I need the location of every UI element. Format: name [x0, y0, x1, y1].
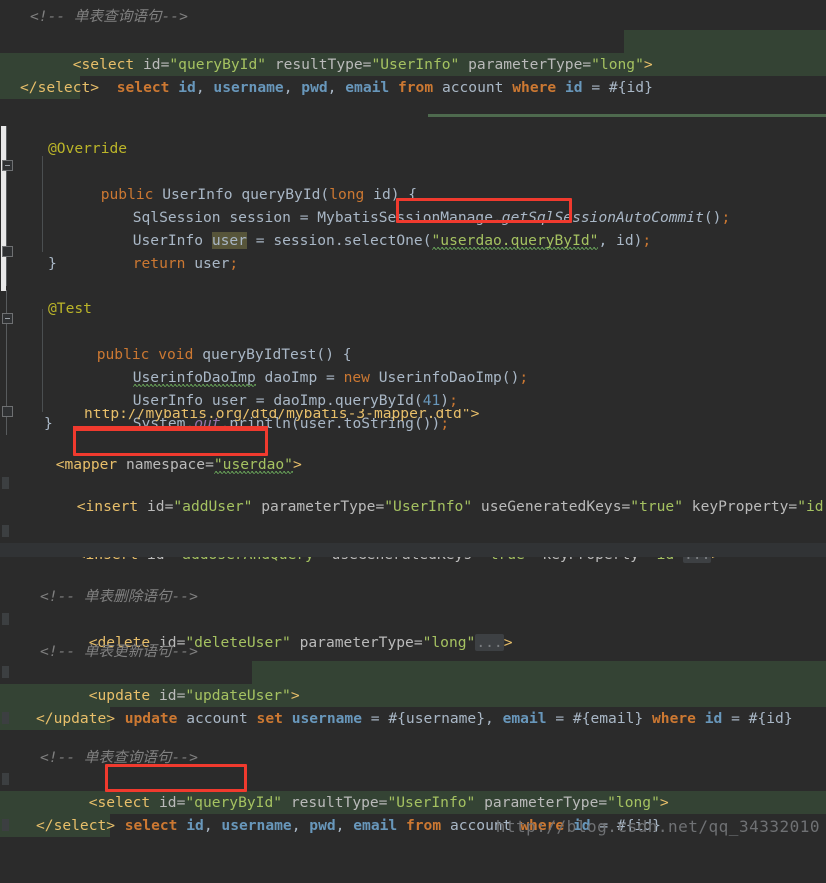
insert1-value-paramtype: "UserInfo" [384, 498, 473, 515]
xml-comment-select-bottom: <!-- 单表查询语句--> [40, 749, 198, 766]
xml-comment-query-top: <!-- 单表查询语句--> [30, 8, 188, 25]
sql-select-statement-bottom: select id, username, pwd, email from acc… [124, 817, 661, 834]
xml-select-open-bottom: <select id="queryById" resultType="UserI… [0, 768, 826, 811]
java-test-new-daoimp: UserinfoDaoImp daoImp = new UserinfoDaoI… [132, 369, 529, 386]
insert1-attr-keyprop: keyProperty= [683, 498, 798, 515]
insert1-value-id: "addUser" [173, 498, 253, 515]
insert1-attr-paramtype: parameterType= [252, 498, 385, 515]
xml-dtd-partial-line: http://mybatis.org/dtd/mybatis-3-mapper.… [84, 409, 480, 422]
java-annotation-test: @Test [48, 300, 92, 317]
java-line-sqlsession: SqlSession session = MybatisSessionManag… [132, 209, 731, 226]
pane-divider-bar [0, 543, 826, 557]
xml-insert-adduserandquery: <insert id="addUserAndQuery" useGenerate… [0, 520, 826, 563]
xml-comment-update: <!-- 单表更新语句--> [40, 643, 198, 660]
mapper-attr-namespace: namespace= [126, 456, 214, 473]
insert1-value-keyprop: "id" [797, 498, 826, 515]
xml-update-open: <update id="updateUser"> [0, 661, 826, 704]
xml-comment-delete: <!-- 单表删除语句--> [40, 588, 198, 605]
sql-select-statement-top: select id, username, pwd, email from acc… [116, 79, 653, 96]
mapper-tag-gt: > [292, 456, 302, 473]
java-test-signature: public void queryByIdTest() { [96, 346, 352, 363]
blog-watermark: http://blog.csdn.net/qq_34332010 [495, 817, 820, 836]
xml-insert-adduser: <insert id="addUser" parameterType="User… [0, 472, 826, 515]
annotation-underline-dtd [73, 426, 268, 429]
xml-select-open-top: <select id="queryById" resultType="UserI… [0, 30, 826, 73]
java-line-selectone: UserInfo user = session.selectOne("userd… [132, 232, 652, 249]
insert1-tag: <insert [76, 498, 148, 515]
java-method-signature-querybyid: public UserInfo queryById(long id) { [100, 186, 418, 203]
java-line-return-user: return user; [132, 255, 239, 272]
xml-update-close: </update> [36, 710, 116, 727]
sql-update-statement: update account set username = #{username… [124, 710, 793, 727]
xml-mapper-open: <mapper namespace="userdao"> [0, 430, 826, 473]
xml-select-close-top: </select> [20, 79, 100, 96]
insert1-value-usegenkeys: "true" [630, 498, 683, 515]
java-test-call-querybyid: UserInfo user = daoImp.queryById(41); [132, 392, 458, 409]
java-annotation-override: @Override [48, 140, 128, 157]
mapper-tag-open: <mapper [55, 456, 127, 473]
code-editor-screenshot: <!-- 单表查询语句--> <select id="queryById" re… [0, 0, 826, 838]
xml-delete-deleteuser: <delete id="deleteUser" parameterType="l… [0, 608, 826, 651]
insert1-attr-usegenkeys: useGeneratedKeys= [472, 498, 631, 515]
java-impl-close-brace: } [48, 255, 57, 272]
insert1-attr-id: id= [147, 498, 174, 515]
